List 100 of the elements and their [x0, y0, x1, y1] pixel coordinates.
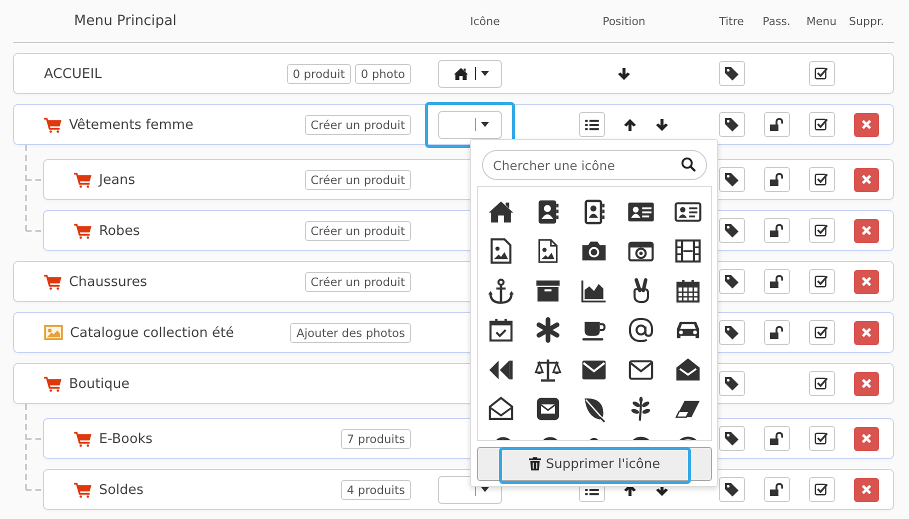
tag-button[interactable]	[718, 320, 744, 345]
asterisk-icon[interactable]	[534, 316, 562, 344]
cart-icon	[74, 222, 92, 238]
menu-item-name: Vêtements femme	[69, 116, 194, 132]
cart-icon	[74, 430, 92, 446]
tag-icon	[724, 482, 739, 497]
badge-button[interactable]: 4 produits	[340, 480, 411, 500]
menu-checkbox[interactable]	[808, 477, 834, 502]
column-header: Pass.	[762, 14, 790, 28]
menu-item-name: Jeans	[99, 172, 136, 188]
menu-item-name: ACCUEIL	[44, 66, 102, 82]
unlock-icon	[769, 325, 784, 340]
unlock-button[interactable]	[764, 426, 790, 451]
remove-icon-button[interactable]: Supprimer l'icône	[477, 447, 712, 481]
cart-icon	[44, 116, 62, 132]
badge-button[interactable]: Créer un produit	[304, 114, 411, 134]
tag-button[interactable]	[718, 426, 744, 451]
delete-button[interactable]	[854, 168, 879, 192]
home-icon	[452, 66, 468, 82]
caret-icon	[480, 122, 488, 127]
list-icon	[585, 118, 599, 130]
unlock-button[interactable]	[764, 112, 790, 137]
delete-button[interactable]	[854, 372, 879, 396]
check-square-icon	[814, 117, 829, 132]
delete-button[interactable]	[854, 218, 879, 242]
menu-item-name: Robes	[99, 222, 140, 238]
list-button[interactable]	[579, 112, 605, 137]
cart-icon	[74, 172, 92, 188]
image-icon	[44, 325, 63, 340]
badge-button[interactable]: Créer un produit	[304, 272, 411, 292]
badge-button[interactable]: Créer un produit	[304, 170, 411, 190]
unlock-button[interactable]	[764, 269, 790, 294]
menu-item-name: Catalogue collection été	[70, 324, 234, 340]
menu-checkbox[interactable]	[808, 320, 834, 345]
menu-item-name: Chaussures	[69, 274, 148, 290]
tag-button[interactable]	[718, 167, 744, 192]
unlock-icon	[769, 117, 784, 132]
column-header: Position	[602, 14, 646, 28]
search-icon	[681, 157, 696, 172]
badge-button[interactable]: Créer un produit	[304, 220, 411, 240]
menu-checkbox[interactable]	[808, 269, 834, 294]
menu-checkbox[interactable]	[808, 426, 834, 451]
anchor-icon[interactable]	[487, 276, 516, 305]
column-header: Icône	[470, 14, 500, 28]
tag-icon	[724, 325, 739, 340]
caret-icon	[480, 71, 488, 76]
tag-icon	[724, 274, 739, 289]
tag-icon	[724, 66, 739, 81]
menu-item-name: E-Books	[99, 430, 153, 446]
column-header: Suppr.	[849, 14, 884, 28]
delete-button[interactable]	[854, 112, 879, 136]
down-arrow-icon[interactable]	[655, 118, 669, 132]
at-sign-icon[interactable]	[627, 316, 656, 344]
delete-button[interactable]	[854, 320, 879, 344]
tag-button[interactable]	[718, 371, 744, 396]
unlock-button[interactable]	[764, 320, 790, 345]
badge-button[interactable]: 0 produit	[286, 64, 351, 84]
close-icon	[861, 174, 872, 185]
tag-icon	[724, 223, 739, 238]
check-square-icon	[814, 223, 829, 238]
delete-button[interactable]	[854, 270, 879, 294]
unlock-button[interactable]	[764, 167, 790, 192]
badge-button[interactable]: 7 produits	[340, 428, 411, 448]
search-field[interactable]: Chercher une icône	[482, 150, 707, 180]
up-arrow-icon[interactable]	[623, 118, 637, 132]
tag-icon	[724, 172, 739, 187]
check-square-icon	[814, 482, 829, 497]
menu-checkbox[interactable]	[808, 167, 834, 192]
close-icon	[861, 378, 872, 389]
cart-icon	[74, 482, 92, 498]
check-square-icon	[814, 376, 829, 391]
menu-checkbox[interactable]	[808, 112, 834, 137]
unlock-button[interactable]	[764, 218, 790, 243]
close-icon	[861, 119, 872, 130]
tag-button[interactable]	[718, 218, 744, 243]
tag-icon	[724, 117, 739, 132]
unlock-button[interactable]	[764, 477, 790, 502]
trash-icon	[528, 457, 541, 471]
close-icon	[861, 327, 872, 338]
check-square-icon	[814, 325, 829, 340]
calendar-check-icon[interactable]	[487, 316, 516, 344]
tag-button[interactable]	[718, 269, 744, 294]
tag-button[interactable]	[718, 61, 744, 86]
down-arrow-icon[interactable]	[617, 66, 631, 80]
film-icon[interactable]	[674, 237, 702, 266]
unlock-icon	[769, 431, 784, 446]
tag-button[interactable]	[718, 477, 744, 502]
tag-button[interactable]	[718, 112, 744, 137]
unlock-icon	[769, 274, 784, 289]
badge-button[interactable]: Ajouter des photos	[290, 322, 411, 342]
delete-button[interactable]	[854, 426, 879, 450]
check-square-icon	[814, 172, 829, 187]
menu-checkbox[interactable]	[808, 218, 834, 243]
menu-checkbox[interactable]	[808, 61, 834, 86]
close-icon	[861, 276, 872, 287]
badge-button[interactable]: 0 photo	[354, 64, 411, 84]
icon-select-button[interactable]	[438, 60, 502, 88]
menu-checkbox[interactable]	[808, 371, 834, 396]
delete-button[interactable]	[854, 478, 879, 502]
column-header: Menu	[806, 14, 837, 28]
